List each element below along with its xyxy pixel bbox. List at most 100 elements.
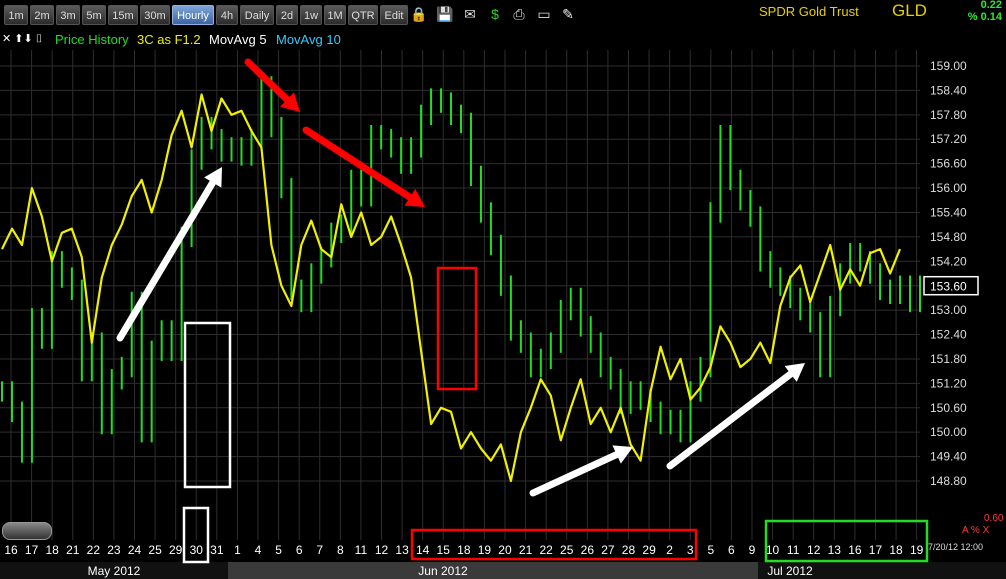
- price-chart[interactable]: 159.00 158.40 157.80 157.20 156.60 156.00 155.…: [0, 0, 1006, 579]
- x-tick-label: 28: [622, 543, 636, 557]
- y-tick-label: 151.20: [930, 376, 967, 390]
- timeframe-button-1m[interactable]: 1m: [4, 5, 28, 25]
- x-tick-label: 2: [666, 543, 673, 557]
- lower-markers[interactable]: A % X: [962, 525, 989, 536]
- email-icon[interactable]: ✉: [461, 5, 479, 23]
- x-tick-label: 18: [457, 543, 471, 557]
- x-tick-label: 18: [45, 543, 59, 557]
- legend-movavg-5[interactable]: MovAvg 5: [209, 32, 267, 47]
- x-tick-label: 22: [87, 543, 101, 557]
- legend-3c[interactable]: 3C as F1.2: [137, 32, 201, 47]
- y-tick-label: 152.40: [930, 328, 967, 342]
- x-tick-label: 22: [539, 543, 553, 557]
- legend-price-history[interactable]: Price History: [55, 32, 129, 47]
- x-tick-label: 10: [766, 543, 780, 557]
- timeframe-button-30m[interactable]: 30m: [140, 5, 170, 25]
- y-tick-label: 158.40: [930, 83, 967, 97]
- x-tick-label: 27: [601, 543, 615, 557]
- x-tick-label: 9: [749, 543, 756, 557]
- y-tick-label: 155.40: [930, 205, 967, 219]
- instrument-title: SPDR Gold Trust: [759, 4, 859, 19]
- x-tick-label: 30: [190, 543, 204, 557]
- x-tick-label: 29: [169, 543, 183, 557]
- x-tick-label: 15: [437, 543, 451, 557]
- y-tick-label: 157.80: [930, 108, 967, 122]
- month-label: May 2012: [88, 564, 141, 578]
- x-tick-label: 20: [498, 543, 512, 557]
- x-tick-label: 17: [869, 543, 883, 557]
- save-icon[interactable]: 💾: [436, 5, 454, 23]
- legend-movavg-10[interactable]: MovAvg 10: [276, 32, 341, 47]
- change-percent: % 0.14: [967, 11, 1002, 23]
- x-tick-label: 16: [4, 543, 18, 557]
- y-tick-label: 156.60: [930, 157, 967, 171]
- x-tick-label: 21: [66, 543, 80, 557]
- x-tick-label: 7: [316, 543, 323, 557]
- dollar-icon[interactable]: $: [486, 5, 504, 23]
- x-tick-label: 8: [337, 543, 344, 557]
- y-tick-label: 154.80: [930, 230, 967, 244]
- month-label: Jul 2012: [767, 564, 813, 578]
- x-tick-label: 19: [478, 543, 492, 557]
- x-tick-label: 18: [889, 543, 903, 557]
- x-tick-label: 11: [355, 543, 368, 557]
- y-tick-label: 151.80: [930, 352, 967, 366]
- timeframe-button-2d[interactable]: 2d: [276, 5, 298, 25]
- timeframe-button-qtr[interactable]: QTR: [348, 5, 378, 25]
- y-tick-label: 150.60: [930, 401, 967, 415]
- timeframe-button-1m[interactable]: 1M: [324, 5, 346, 25]
- x-tick-label: 6: [296, 543, 303, 557]
- x-tick-label: 31: [210, 543, 224, 557]
- month-band: [228, 562, 758, 579]
- legend-controls-icon[interactable]: ✕ ⬆⬇ ⌷: [2, 32, 42, 46]
- chart-window-icon[interactable]: ▭: [535, 5, 553, 23]
- timeframe-button-15m[interactable]: 15m: [108, 5, 138, 25]
- month-label: Jun 2012: [418, 564, 468, 578]
- lock-icon[interactable]: 🔒: [410, 5, 428, 23]
- timeframe-button-daily[interactable]: Daily: [240, 5, 274, 25]
- x-tick-label: 4: [255, 543, 262, 557]
- x-tick-label: 25: [560, 543, 574, 557]
- pencil-icon[interactable]: ✎: [559, 5, 577, 23]
- instrument-symbol: GLD: [892, 1, 927, 20]
- timeframe-button-1w[interactable]: 1w: [300, 5, 322, 25]
- y-tick-label: 149.40: [930, 450, 967, 464]
- x-tick-label: 13: [828, 543, 842, 557]
- x-tick-label: 26: [581, 543, 595, 557]
- x-tick-label: 29: [642, 543, 656, 557]
- x-tick-label: 24: [128, 543, 142, 557]
- lower-value-readout: 0.60: [984, 513, 1004, 524]
- x-tick-label: 1: [234, 543, 241, 557]
- y-tick-label: 148.80: [930, 474, 967, 488]
- timeframe-button-5m[interactable]: 5m: [82, 5, 106, 25]
- x-tick-label: 13: [395, 543, 409, 557]
- x-tick-label: 6: [728, 543, 735, 557]
- x-tick-label: 16: [848, 543, 862, 557]
- x-tick-label: 17: [25, 543, 39, 557]
- current-price-label: 153.60: [930, 280, 967, 294]
- change-absolute: 0.22: [980, 0, 1002, 11]
- y-tick-label: 154.20: [930, 254, 967, 268]
- x-tick-label: 5: [707, 543, 714, 557]
- print-icon[interactable]: ⎙: [510, 5, 528, 23]
- timeframe-button-hourly[interactable]: Hourly: [172, 5, 214, 25]
- timeframe-button-4h[interactable]: 4h: [216, 5, 238, 25]
- x-tick-label: 5: [275, 543, 282, 557]
- scroll-left-button[interactable]: [2, 522, 52, 540]
- x-tick-label: 12: [375, 543, 389, 557]
- y-tick-label: 153.00: [930, 303, 967, 317]
- x-tick-label: 25: [148, 543, 162, 557]
- timeframe-button-2m[interactable]: 2m: [30, 5, 54, 25]
- x-tick-label: 11: [787, 543, 800, 557]
- x-tick-label: 14: [416, 543, 430, 557]
- y-tick-label: 150.00: [930, 425, 967, 439]
- timeframe-button-3m[interactable]: 3m: [56, 5, 80, 25]
- x-tick-label: 19: [910, 543, 924, 557]
- x-tick-label: 3: [687, 543, 694, 557]
- x-tick-label: 23: [107, 543, 121, 557]
- x-tick-label: 21: [519, 543, 533, 557]
- datetime-readout: 7/20/12 12:00: [928, 542, 984, 552]
- y-tick-label: 156.00: [930, 181, 967, 195]
- x-tick-label: 12: [807, 543, 821, 557]
- timeframe-button-edit[interactable]: Edit: [380, 5, 408, 25]
